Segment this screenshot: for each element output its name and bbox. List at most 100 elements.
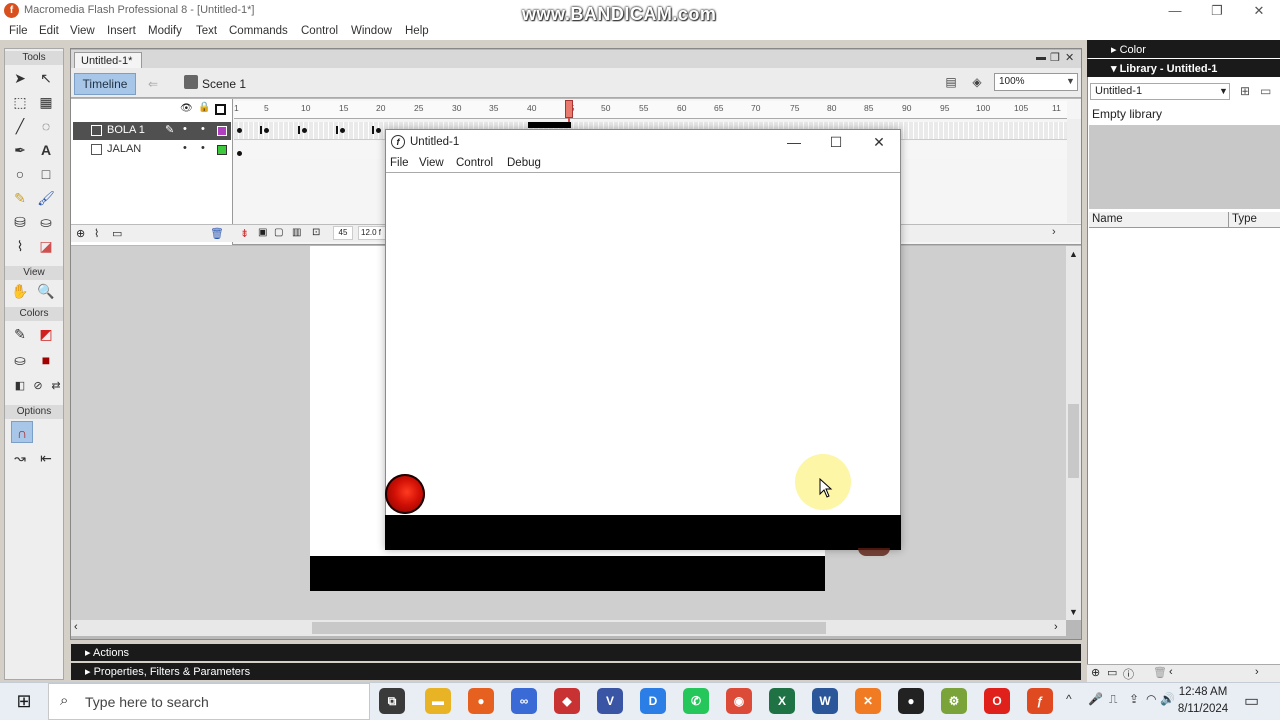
keyframe[interactable] xyxy=(264,128,269,133)
restore-button[interactable]: ❐ xyxy=(1202,2,1232,20)
free-transform-icon[interactable]: ⬚ xyxy=(9,91,31,113)
rectangle-tool-icon[interactable]: □ xyxy=(35,163,57,185)
trash-icon[interactable]: 🗑 xyxy=(210,227,224,240)
back-arrow-icon[interactable]: ⇐ xyxy=(148,77,158,91)
brush-tool-icon[interactable]: 🖌 xyxy=(35,187,57,209)
blue-app-icon[interactable]: D xyxy=(640,688,666,714)
scroll-right-icon[interactable]: › xyxy=(1255,666,1259,678)
keyframe[interactable] xyxy=(237,151,242,156)
scene-label[interactable]: Scene 1 xyxy=(202,77,246,91)
chevron-right-icon[interactable]: › xyxy=(1052,226,1056,238)
scroll-left-icon[interactable]: ‹ xyxy=(74,621,78,633)
layer-color-swatch[interactable] xyxy=(217,126,227,136)
doc-minimize-icon[interactable]: ▬ xyxy=(1036,52,1046,63)
color-panel-header[interactable]: ▸ Color xyxy=(1087,40,1280,58)
keyframe[interactable] xyxy=(340,128,345,133)
swap-colors-icon[interactable]: ⇄ xyxy=(45,375,67,397)
doc-restore-icon[interactable]: ❐ xyxy=(1050,51,1060,64)
properties-icon[interactable]: ⓘ xyxy=(1123,666,1134,682)
onion-markers-icon[interactable]: ⊡ xyxy=(312,227,320,238)
microphone-icon[interactable]: 🎤 xyxy=(1088,692,1103,706)
opera-icon[interactable]: O xyxy=(984,688,1010,714)
text-tool-icon[interactable]: A xyxy=(35,139,57,161)
paint-bucket-icon[interactable]: ⛀ xyxy=(35,211,57,233)
onion-skin-icon[interactable]: ▣ xyxy=(258,227,267,238)
selection-tool-icon[interactable]: ➤ xyxy=(9,67,31,89)
keyframe[interactable] xyxy=(237,128,242,133)
new-folder-icon[interactable]: ▭ xyxy=(1107,666,1117,679)
task-view-icon[interactable]: ⧉ xyxy=(379,688,405,714)
scroll-up-icon[interactable]: ▲ xyxy=(1069,249,1078,259)
chrome-icon[interactable]: ◉ xyxy=(726,688,752,714)
new-library-icon[interactable]: ▭ xyxy=(1260,84,1271,98)
player-menu-view[interactable]: View xyxy=(419,157,444,169)
clock-time[interactable]: 12:48 AM xyxy=(1176,686,1230,698)
layer-row[interactable]: JALAN • • xyxy=(73,141,231,159)
library-document-select[interactable]: Untitled-1 xyxy=(1090,83,1230,100)
add-guide-icon[interactable]: ⌇ xyxy=(94,227,99,240)
playhead[interactable] xyxy=(565,100,573,118)
add-layer-icon[interactable]: ⊕ xyxy=(76,227,85,240)
edit-scene-icon[interactable]: ▤ xyxy=(942,75,960,91)
column-divider[interactable] xyxy=(1228,212,1229,228)
straighten-icon[interactable]: ⇤ xyxy=(35,447,57,469)
smooth-icon[interactable]: ↝ xyxy=(9,447,31,469)
pencil-tool-icon[interactable]: ✎ xyxy=(9,187,31,209)
vertical-scroll-thumb[interactable] xyxy=(1068,404,1079,478)
file-explorer-icon[interactable]: ▬ xyxy=(425,688,451,714)
edit-multiple-icon[interactable]: ▥ xyxy=(292,227,301,238)
player-minimize-button[interactable]: — xyxy=(776,132,812,152)
keyframe[interactable] xyxy=(298,126,300,134)
close-button[interactable]: ✕ xyxy=(1244,2,1274,20)
delete-icon[interactable]: 🗑 xyxy=(1153,666,1167,679)
menu-commands[interactable]: Commands xyxy=(229,25,288,37)
center-frame-icon[interactable]: ⇟ xyxy=(240,227,249,240)
snap-magnet-icon[interactable]: ∩ xyxy=(11,421,33,443)
line-tool-icon[interactable]: ╱ xyxy=(9,115,31,137)
player-maximize-button[interactable]: ☐ xyxy=(818,132,854,152)
wifi-icon[interactable]: ◠ xyxy=(1146,692,1156,706)
document-tab[interactable]: Untitled-1* xyxy=(74,52,142,68)
recorder-icon[interactable]: ● xyxy=(898,688,924,714)
stroke-color-icon[interactable]: ✎ xyxy=(9,323,31,345)
eyedropper-icon[interactable]: ⌇ xyxy=(9,235,31,257)
keyframe[interactable] xyxy=(302,128,307,133)
column-name[interactable]: Name xyxy=(1092,213,1123,225)
scroll-down-icon[interactable]: ▼ xyxy=(1069,607,1078,617)
new-symbol-icon[interactable]: ⊕ xyxy=(1091,666,1100,679)
stroke-swatch-icon[interactable]: ◩ xyxy=(35,323,57,345)
menu-text[interactable]: Text xyxy=(196,25,217,37)
pen-tool-icon[interactable]: ✒ xyxy=(9,139,31,161)
lasso-tool-icon[interactable]: ◌ xyxy=(35,115,57,137)
infinity-app-icon[interactable]: ∞ xyxy=(511,688,537,714)
word-icon[interactable]: W xyxy=(812,688,838,714)
frame-ruler[interactable]: 1 5 10 15 20 25 30 35 40 45 50 55 60 65 … xyxy=(234,101,1067,119)
player-menu-debug[interactable]: Debug xyxy=(507,157,541,169)
hand-tool-icon[interactable]: ✋ xyxy=(9,280,31,302)
minimize-button[interactable]: — xyxy=(1160,2,1190,20)
player-menu-control[interactable]: Control xyxy=(456,157,493,169)
gear-app-icon[interactable]: ⚙ xyxy=(941,688,967,714)
keyframe[interactable] xyxy=(260,126,262,134)
menu-control[interactable]: Control xyxy=(301,25,338,37)
keyframe[interactable] xyxy=(336,126,338,134)
firefox-icon[interactable]: ● xyxy=(468,688,494,714)
lock-icon[interactable]: 🔒 xyxy=(198,102,210,113)
scroll-left-icon[interactable]: ‹ xyxy=(1169,666,1173,678)
pin-icon[interactable]: ⊞ xyxy=(1240,84,1250,98)
timeline-toggle-button[interactable]: Timeline xyxy=(74,73,136,95)
timeline-scrollbar[interactable] xyxy=(1067,119,1081,223)
ink-bottle-icon[interactable]: ⛁ xyxy=(9,211,31,233)
zoom-tool-icon[interactable]: 🔍 xyxy=(35,280,57,302)
outline-icon[interactable] xyxy=(215,104,226,115)
whatsapp-icon[interactable]: ✆ xyxy=(683,688,709,714)
oval-tool-icon[interactable]: ○ xyxy=(9,163,31,185)
usb-icon[interactable]: ⇪ xyxy=(1129,692,1139,706)
keyframe[interactable] xyxy=(376,128,381,133)
onion-outline-icon[interactable]: ▢ xyxy=(274,227,283,238)
chevron-down-icon[interactable]: ▼ xyxy=(1219,86,1228,96)
properties-panel-header[interactable]: ▸ Properties, Filters & Parameters xyxy=(71,663,1081,680)
menu-modify[interactable]: Modify xyxy=(148,25,182,37)
library-panel-header[interactable]: ▾ Library - Untitled-1 xyxy=(1087,59,1280,77)
chevron-down-icon[interactable]: ▼ xyxy=(1066,76,1075,86)
